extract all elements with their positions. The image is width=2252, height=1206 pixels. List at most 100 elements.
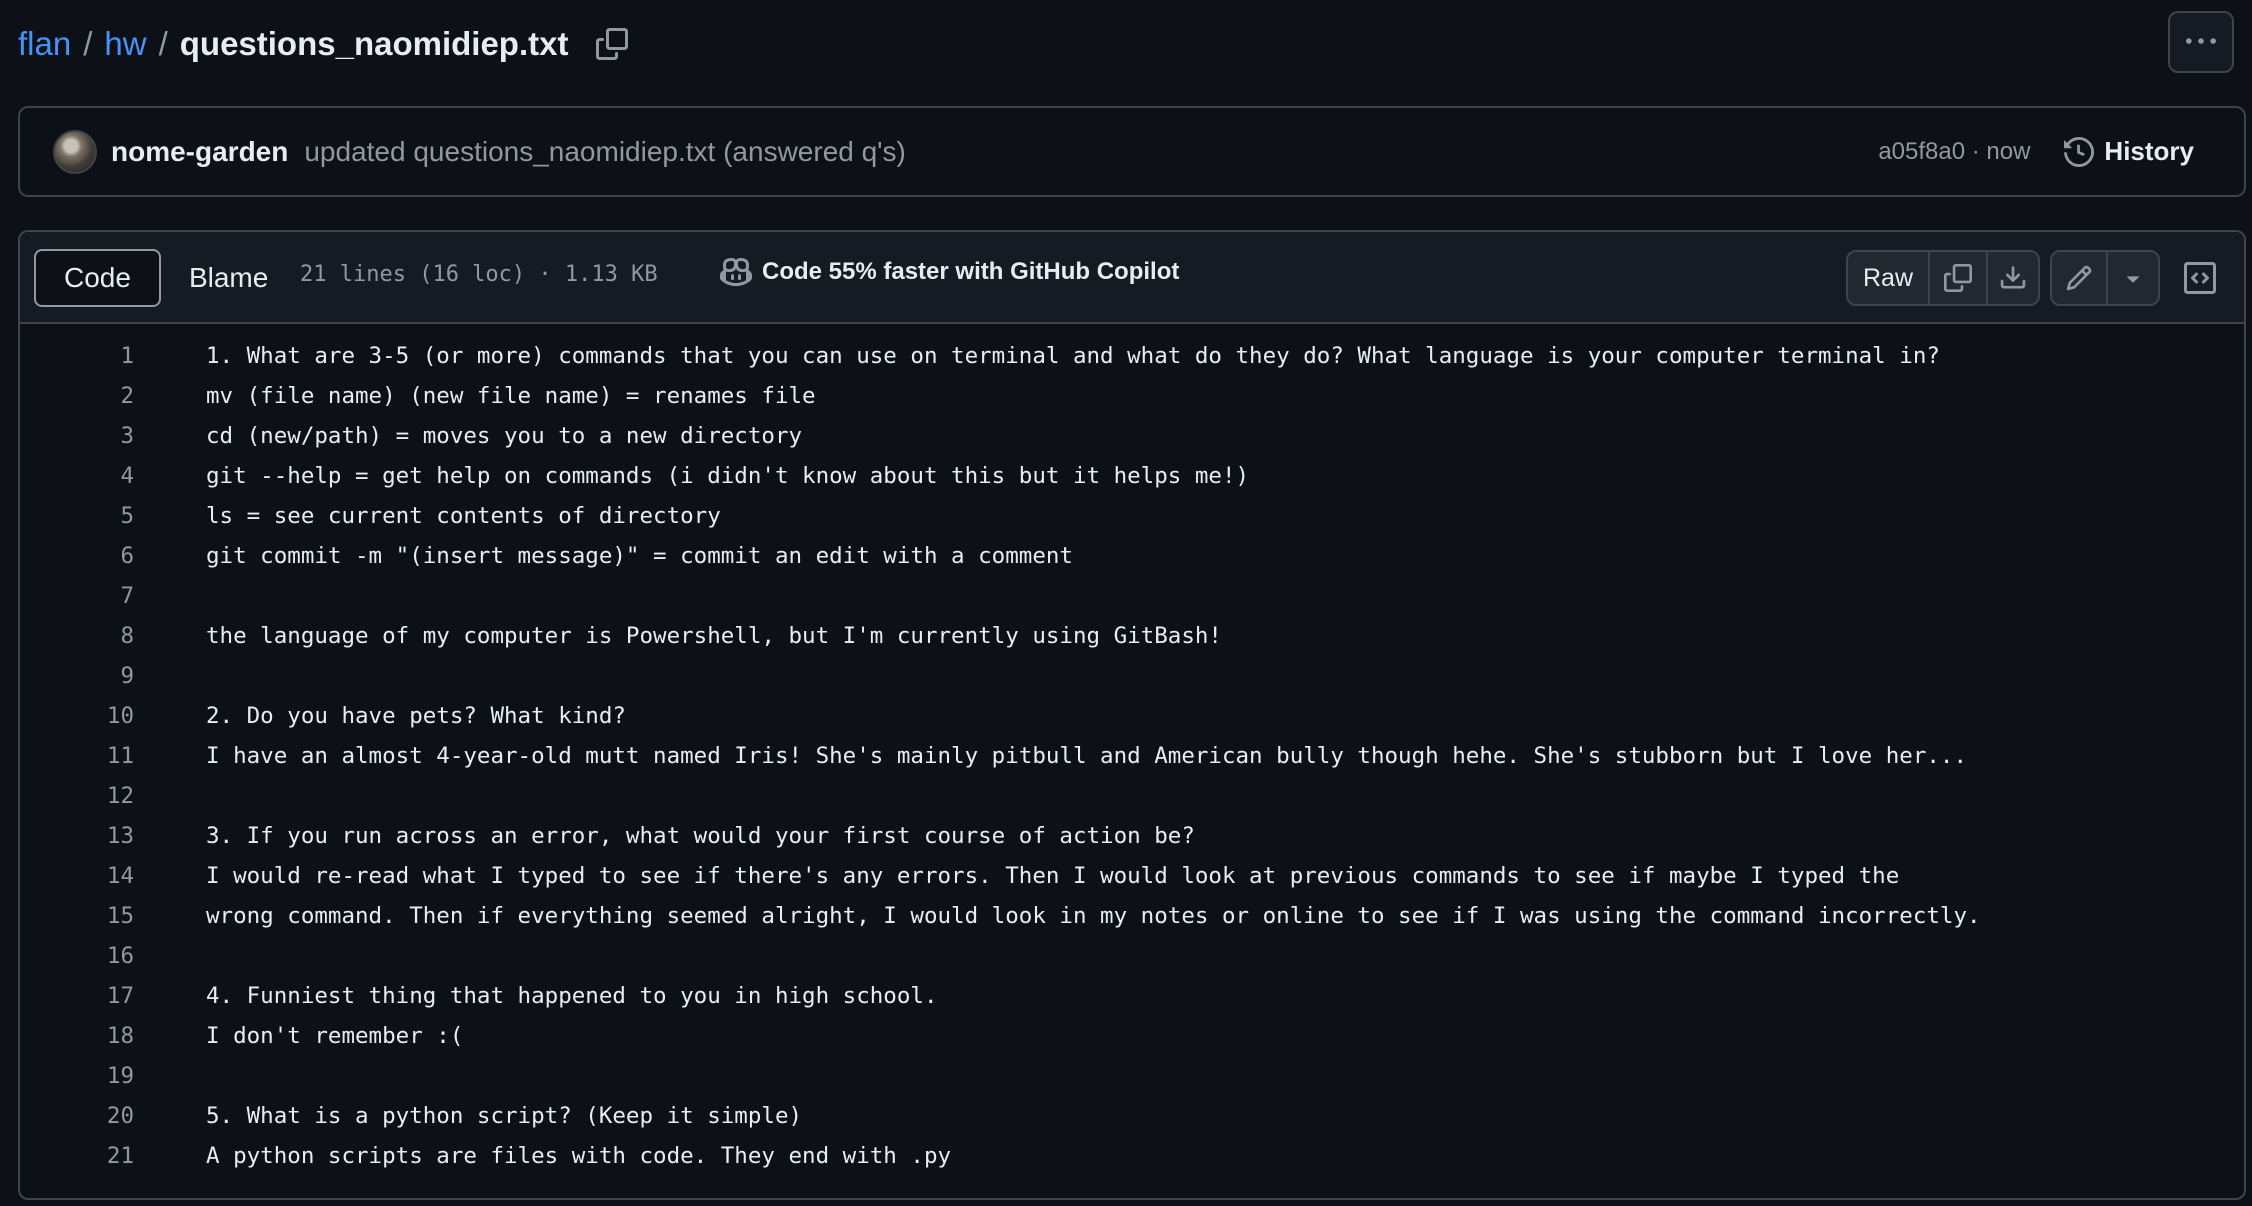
line-number[interactable]: 9 [20, 663, 134, 689]
code-line: 20 5. What is a python script? (Keep it s… [20, 1096, 2244, 1136]
copilot-promo-link[interactable]: Code 55% faster with GitHub Copilot [720, 256, 1179, 288]
kebab-horizontal-icon [2186, 38, 2216, 44]
breadcrumb: flan / hw / questions_naomidiep.txt [18, 20, 630, 68]
code-line: 11 I have an almost 4-year-old mutt named… [20, 736, 2244, 776]
symbols-panel-button[interactable] [2174, 252, 2226, 304]
copy-raw-button[interactable] [1928, 252, 1986, 304]
commit-sha-time[interactable]: a05f8a0 · now [1878, 138, 2030, 166]
commit-message-link[interactable]: updated questions_naomidiep.txt (answere… [304, 136, 906, 168]
download-icon [2000, 266, 2026, 289]
line-number[interactable]: 1 [20, 343, 134, 369]
raw-button[interactable]: Raw [1848, 252, 1928, 304]
history-icon [2064, 136, 2095, 167]
copy-icon [1944, 264, 1972, 292]
code-line: 9 [20, 656, 2244, 696]
line-text: I have an almost 4-year-old mutt named I… [206, 743, 1967, 769]
code-line: 21 A python scripts are files with code. … [20, 1136, 2244, 1176]
code-line: 4 git --help = get help on commands (i di… [20, 456, 2244, 496]
line-number[interactable]: 20 [20, 1103, 134, 1129]
latest-commit-bar: nome-garden updated questions_naomidiep.… [18, 106, 2246, 197]
line-text: 1. What are 3-5 (or more) commands that … [206, 343, 1940, 369]
line-number[interactable]: 7 [20, 583, 134, 609]
line-text: wrong command. Then if everything seemed… [206, 903, 1981, 929]
code-content[interactable]: 1 1. What are 3-5 (or more) commands that… [20, 336, 2244, 1176]
breadcrumb-separator: / [83, 25, 93, 62]
copy-icon [596, 28, 629, 60]
code-line: 14 I would re-read what I typed to see if… [20, 856, 2244, 896]
edit-options-dropdown[interactable] [2106, 252, 2158, 304]
copilot-icon [720, 257, 752, 287]
line-number[interactable]: 11 [20, 743, 134, 769]
line-number[interactable]: 8 [20, 623, 134, 649]
line-number[interactable]: 14 [20, 863, 134, 889]
download-button[interactable] [1986, 252, 2038, 304]
avatar[interactable] [53, 129, 97, 174]
line-number[interactable]: 5 [20, 503, 134, 529]
copilot-promo-label: Code 55% faster with GitHub Copilot [762, 258, 1180, 285]
code-square-icon [2184, 262, 2216, 294]
code-line: 12 [20, 776, 2244, 816]
edit-file-button[interactable] [2052, 252, 2106, 304]
line-text: ls = see current contents of directory [206, 503, 721, 529]
line-number[interactable]: 18 [20, 1023, 134, 1049]
triangle-down-icon [2127, 276, 2139, 283]
code-line: 3 cd (new/path) = moves you to a new dire… [20, 416, 2244, 456]
code-line: 1 1. What are 3-5 (or more) commands that… [20, 336, 2244, 376]
line-text: mv (file name) (new file name) = renames… [206, 383, 816, 409]
history-label: History [2104, 136, 2194, 166]
view-mode-toggle: Code Blame [34, 249, 296, 307]
line-number[interactable]: 4 [20, 463, 134, 489]
line-number[interactable]: 12 [20, 783, 134, 809]
line-number[interactable]: 3 [20, 423, 134, 449]
code-line: 13 3. If you run across an error, what wo… [20, 816, 2244, 856]
raw-actions-group: Raw [1846, 250, 2040, 306]
code-line: 15 wrong command. Then if everything seem… [20, 896, 2244, 936]
line-number[interactable]: 13 [20, 823, 134, 849]
line-number[interactable]: 17 [20, 983, 134, 1009]
code-line: 18 I don't remember :( [20, 1016, 2244, 1056]
pencil-icon [2066, 265, 2092, 291]
line-text: git --help = get help on commands (i did… [206, 463, 1250, 489]
line-text: 3. If you run across an error, what woul… [206, 823, 1195, 849]
file-viewer: Code Blame 21 lines (16 loc) · 1.13 KB C… [18, 230, 2246, 1200]
line-text: 4. Funniest thing that happened to you i… [206, 983, 938, 1009]
code-line: 2 mv (file name) (new file name) = rename… [20, 376, 2244, 416]
more-options-button[interactable] [2168, 11, 2234, 73]
blame-tab[interactable]: Blame [161, 249, 296, 307]
copy-path-button[interactable] [594, 26, 630, 62]
line-text: cd (new/path) = moves you to a new direc… [206, 423, 803, 449]
line-text: git commit -m "(insert message)" = commi… [206, 543, 1073, 569]
line-text: 5. What is a python script? (Keep it sim… [206, 1103, 803, 1129]
breadcrumb-repo-link[interactable]: flan [18, 25, 71, 63]
file-stats: 21 lines (16 loc) · 1.13 KB [300, 262, 658, 287]
breadcrumb-file-name: questions_naomidiep.txt [179, 25, 569, 62]
commit-meta-group: a05f8a0 · now History [1878, 136, 2194, 167]
file-path-header: flan / hw / questions_naomidiep.txt [0, 0, 2252, 88]
line-text: I would re-read what I typed to see if t… [206, 863, 1900, 889]
line-number[interactable]: 6 [20, 543, 134, 569]
line-number[interactable]: 21 [20, 1143, 134, 1169]
line-text: A python scripts are files with code. Th… [206, 1143, 952, 1169]
code-line: 7 [20, 576, 2244, 616]
file-header: Code Blame 21 lines (16 loc) · 1.13 KB C… [20, 232, 2244, 324]
line-number[interactable]: 16 [20, 943, 134, 969]
line-number[interactable]: 10 [20, 703, 134, 729]
line-number[interactable]: 2 [20, 383, 134, 409]
code-tab[interactable]: Code [34, 249, 161, 307]
commit-author-link[interactable]: nome-garden [111, 136, 288, 168]
code-line: 6 git commit -m "(insert message)" = comm… [20, 536, 2244, 576]
line-text: the language of my computer is Powershel… [206, 623, 1222, 649]
breadcrumb-folder-link[interactable]: hw [104, 25, 146, 63]
line-number[interactable]: 19 [20, 1063, 134, 1089]
code-line: 8 the language of my computer is Powershe… [20, 616, 2244, 656]
line-number[interactable]: 15 [20, 903, 134, 929]
line-text: I don't remember :( [206, 1023, 464, 1049]
code-line: 16 [20, 936, 2244, 976]
edit-actions-group [2050, 250, 2160, 306]
breadcrumb-separator: / [158, 25, 168, 62]
history-button[interactable]: History [2064, 136, 2194, 167]
line-text: 2. Do you have pets? What kind? [206, 703, 626, 729]
code-line: 17 4. Funniest thing that happened to you… [20, 976, 2244, 1016]
code-line: 19 [20, 1056, 2244, 1096]
code-line: 10 2. Do you have pets? What kind? [20, 696, 2244, 736]
